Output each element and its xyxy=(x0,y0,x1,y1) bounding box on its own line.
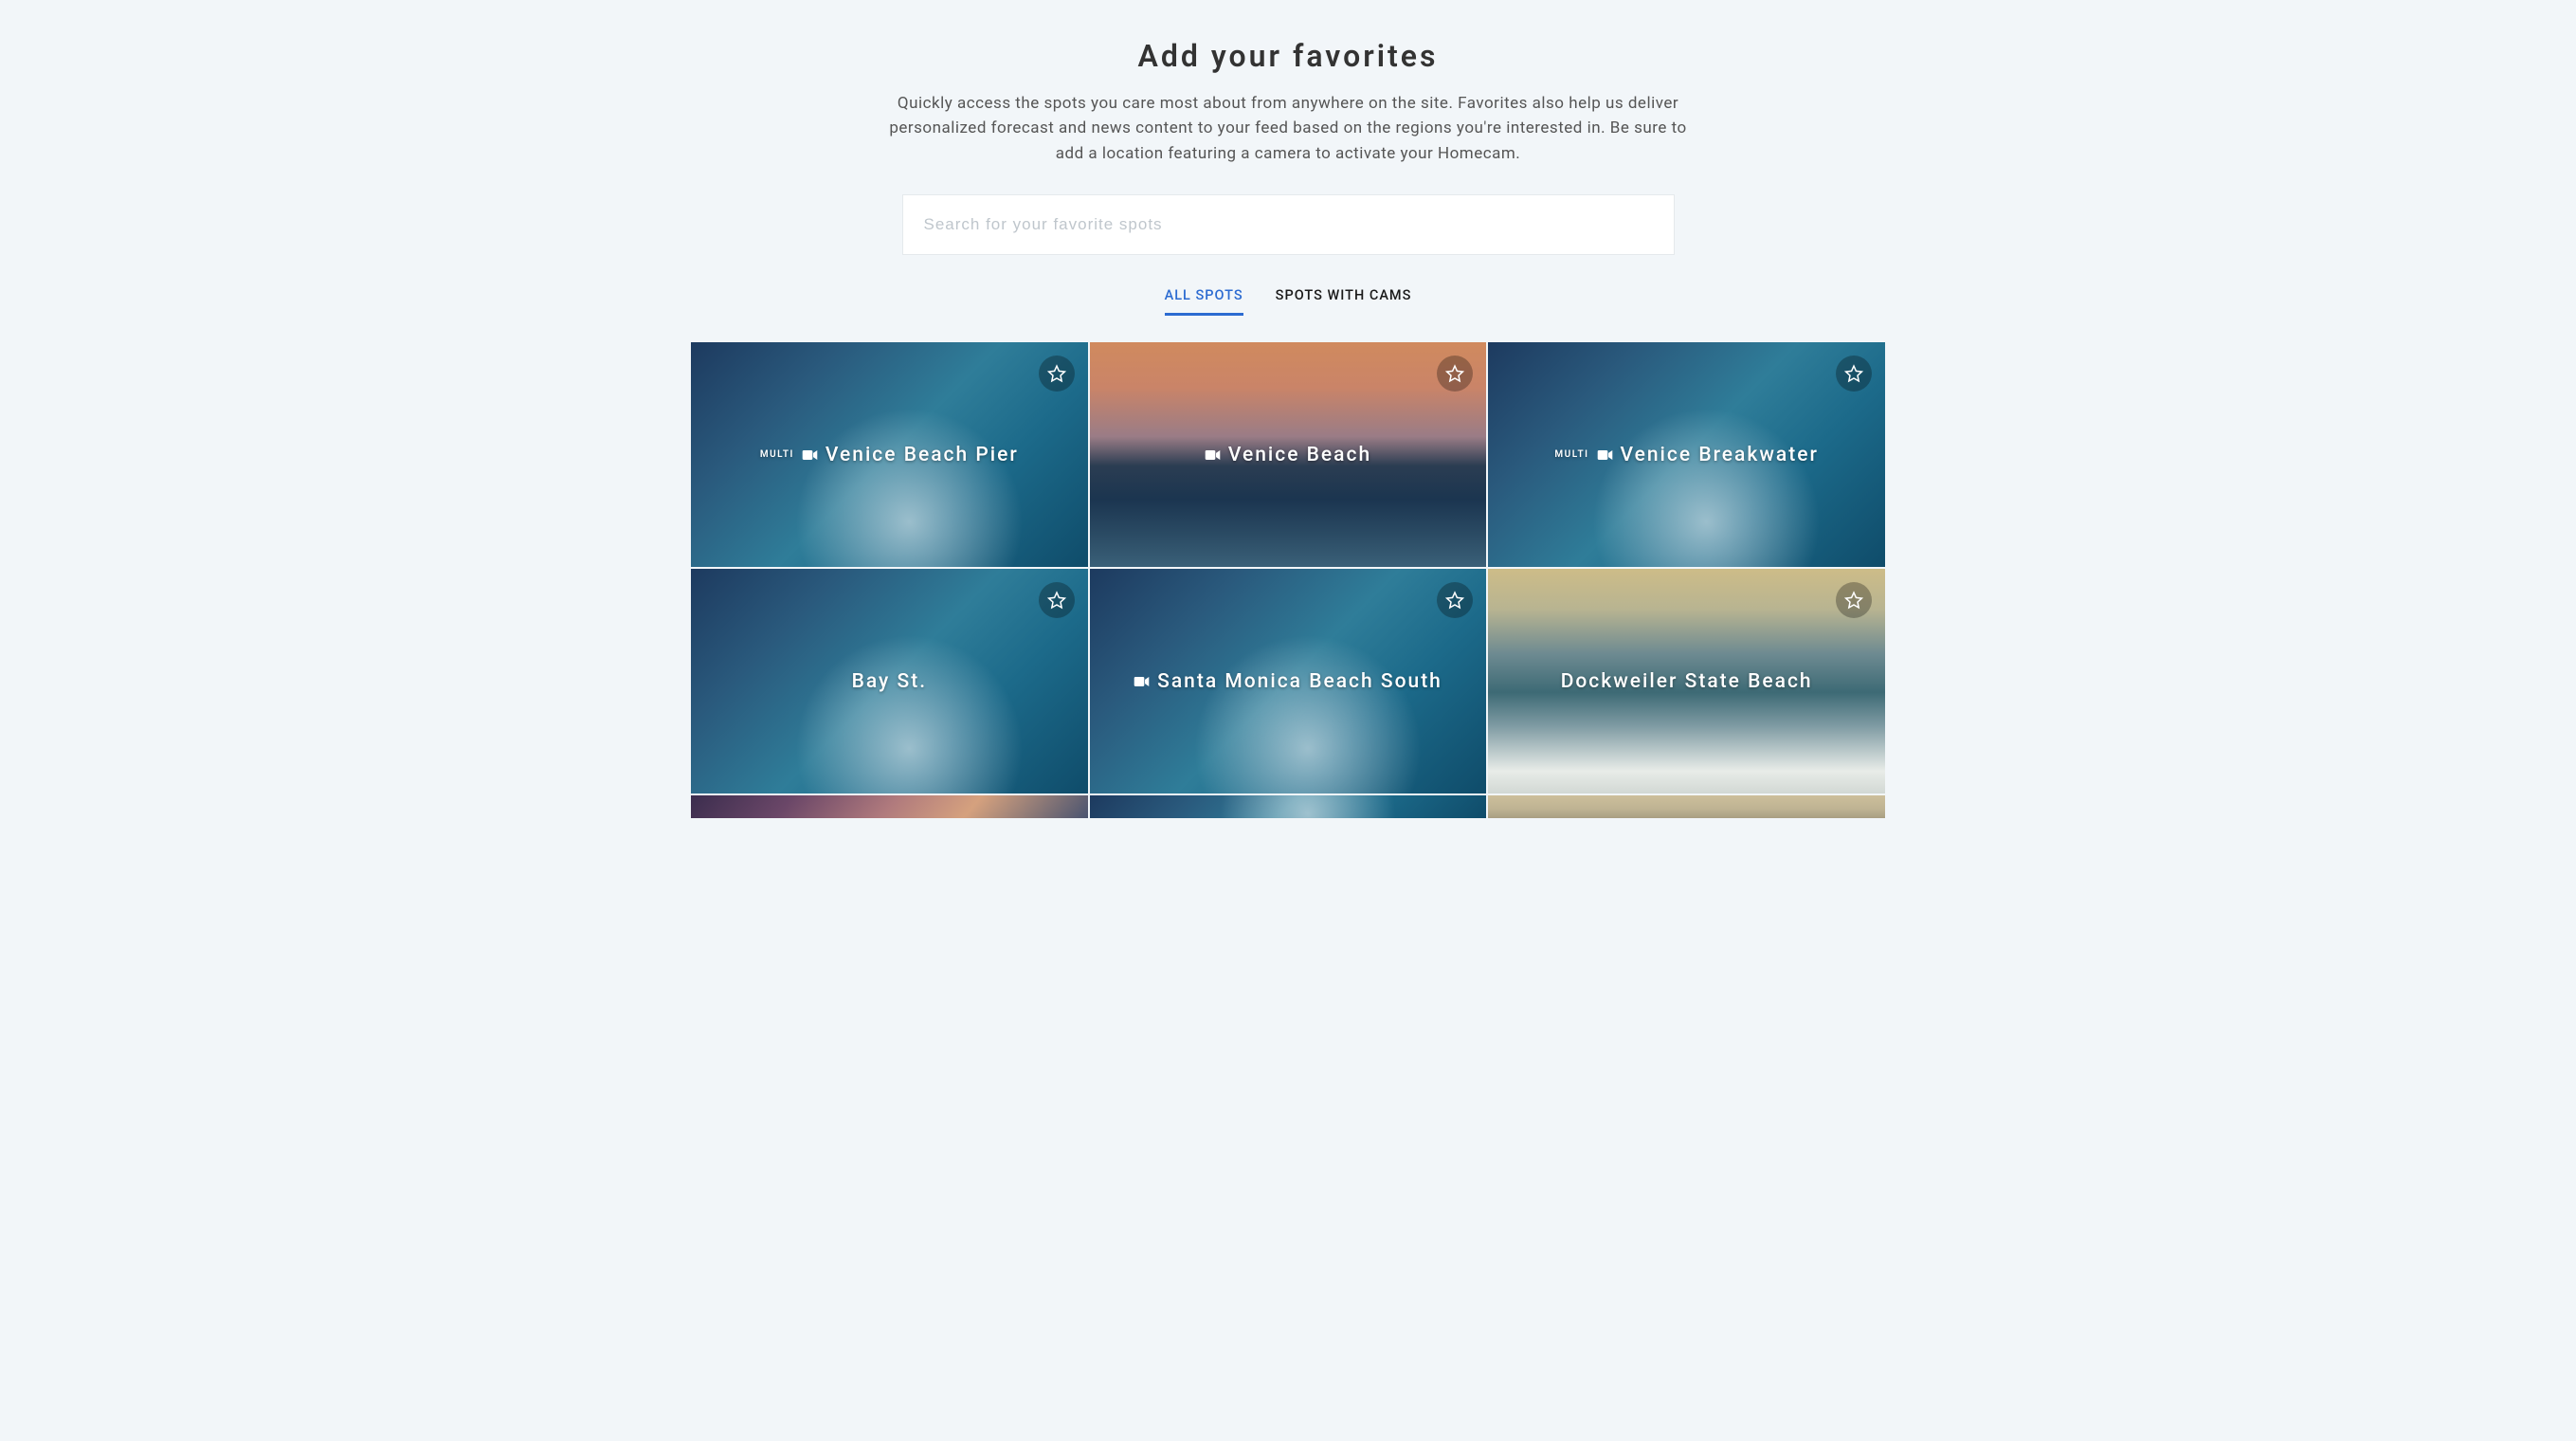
favorite-star-button[interactable] xyxy=(1836,582,1872,618)
favorite-star-button[interactable] xyxy=(1039,356,1075,392)
favorite-star-button[interactable] xyxy=(1836,356,1872,392)
spot-card[interactable]: Venice Beach xyxy=(1090,342,1487,567)
star-icon xyxy=(1844,364,1863,383)
spot-name: Venice Beach xyxy=(1228,444,1371,466)
camera-icon xyxy=(1134,676,1150,687)
spot-label: MULTI Venice Beach Pier xyxy=(760,444,1019,466)
favorite-star-button[interactable] xyxy=(1437,582,1473,618)
page-subtitle: Quickly access the spots you care most a… xyxy=(885,91,1691,166)
camera-icon xyxy=(802,449,818,461)
spot-label: MULTI Venice Breakwater xyxy=(1554,444,1819,466)
star-icon xyxy=(1445,591,1464,610)
spots-grid: MULTI Venice Beach Pier Venice Beach MULTI V… xyxy=(691,342,1885,818)
star-icon xyxy=(1047,591,1066,610)
star-icon xyxy=(1445,364,1464,383)
star-icon xyxy=(1047,364,1066,383)
spot-card[interactable]: Santa Monica Beach South xyxy=(1090,569,1487,793)
spot-label: Santa Monica Beach South xyxy=(1134,670,1442,693)
spot-card[interactable]: Bay St. xyxy=(691,569,1088,793)
spot-card[interactable] xyxy=(1090,795,1487,818)
favorite-star-button[interactable] xyxy=(1437,356,1473,392)
spot-card[interactable]: Dockweiler State Beach xyxy=(1488,569,1885,793)
spot-name: Santa Monica Beach South xyxy=(1157,670,1442,693)
spot-label: Dockweiler State Beach xyxy=(1561,670,1813,693)
spot-name: Venice Beach Pier xyxy=(825,444,1019,466)
favorite-star-button[interactable] xyxy=(1039,582,1075,618)
multi-badge: MULTI xyxy=(1554,449,1588,460)
spot-name: Bay St. xyxy=(852,670,927,693)
page-title: Add your favorites xyxy=(729,38,1847,74)
search-input[interactable] xyxy=(902,194,1675,255)
tab-spots-with-cams[interactable]: SPOTS WITH CAMS xyxy=(1276,282,1412,316)
camera-icon xyxy=(1205,449,1221,461)
spot-card[interactable]: MULTI Venice Beach Pier xyxy=(691,342,1088,567)
spot-label: Venice Beach xyxy=(1205,444,1371,466)
tabs: ALL SPOTS SPOTS WITH CAMS xyxy=(691,282,1885,316)
spot-name: Venice Breakwater xyxy=(1621,444,1819,466)
star-icon xyxy=(1844,591,1863,610)
multi-badge: MULTI xyxy=(760,449,794,460)
camera-icon xyxy=(1597,449,1613,461)
spot-card[interactable] xyxy=(691,795,1088,818)
tab-all-spots[interactable]: ALL SPOTS xyxy=(1165,282,1243,316)
spot-label: Bay St. xyxy=(852,670,927,693)
spot-card[interactable] xyxy=(1488,795,1885,818)
spot-name: Dockweiler State Beach xyxy=(1561,670,1813,693)
spot-card[interactable]: MULTI Venice Breakwater xyxy=(1488,342,1885,567)
